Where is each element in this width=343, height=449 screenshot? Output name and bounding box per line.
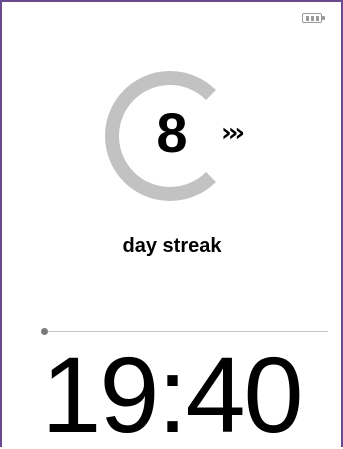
clock-time: 19:40	[41, 334, 303, 448]
battery-terminal	[322, 16, 325, 20]
battery-bar	[310, 15, 314, 21]
streak-label: day streak	[122, 235, 222, 257]
battery-icon	[302, 13, 325, 23]
progress-track	[46, 331, 328, 332]
streak-count: 8	[156, 101, 188, 164]
battery-bar	[315, 15, 319, 21]
battery-bar	[305, 15, 309, 21]
device-screen: 8 ››› day streak 19:40	[0, 0, 343, 447]
triple-chevron-right-icon: ›››	[221, 118, 245, 148]
